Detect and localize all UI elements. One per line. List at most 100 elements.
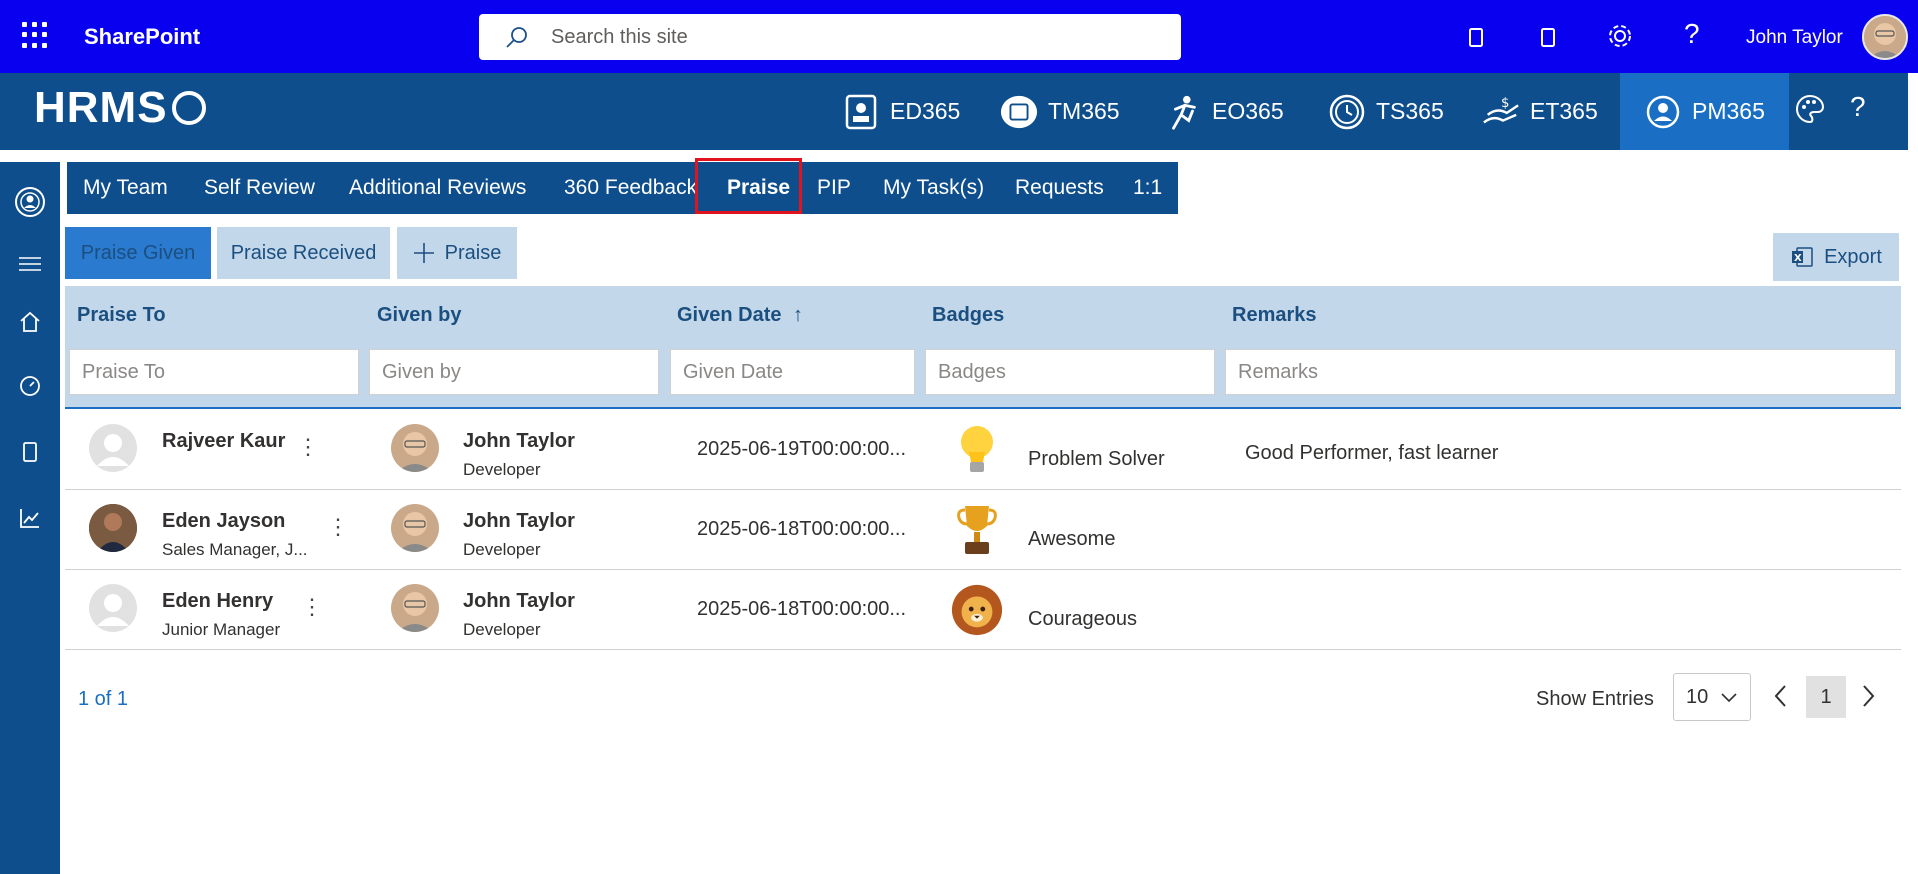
more-options-icon[interactable]: ⋮: [327, 514, 349, 540]
clock-icon: [1328, 93, 1366, 131]
hrms-logo[interactable]: HRMS: [34, 83, 206, 133]
person-circle-icon: [1644, 93, 1682, 131]
app-tab-pm365[interactable]: PM365: [1620, 73, 1789, 150]
nav-my-team[interactable]: My Team: [83, 162, 168, 214]
badge-name: Problem Solver: [1028, 448, 1165, 470]
entries-value: 10: [1686, 685, 1709, 708]
col-header-praise-to[interactable]: Praise To: [77, 304, 166, 327]
avatar: [391, 424, 439, 472]
given-by-name: John Taylor: [463, 590, 575, 612]
app-title[interactable]: SharePoint: [84, 24, 200, 50]
chevron-right-icon[interactable]: [1860, 684, 1876, 715]
left-rail: [0, 162, 60, 874]
praise-to-name[interactable]: Rajveer Kaur: [162, 430, 285, 453]
entries-select[interactable]: 10: [1673, 673, 1751, 721]
app-tab-eo365[interactable]: EO365: [1164, 73, 1284, 150]
table-row[interactable]: Eden Henry Junior Manager ⋮ John Taylor …: [65, 570, 1901, 650]
app-tab-label: TM365: [1048, 98, 1120, 124]
help-icon[interactable]: ?: [1850, 91, 1866, 123]
nav-my-tasks[interactable]: My Task(s): [883, 162, 984, 214]
col-header-given-date-label: Given Date: [677, 304, 782, 326]
excel-icon: X: [1792, 247, 1813, 267]
tablet-icon[interactable]: [1539, 22, 1559, 52]
nav-one-on-one[interactable]: 1:1: [1133, 162, 1162, 214]
current-page[interactable]: 1: [1806, 676, 1846, 718]
more-options-icon[interactable]: ⋮: [301, 594, 323, 620]
table-header: Praise To Given by Given Date ↑ Badges R…: [65, 286, 1901, 409]
svg-text:X: X: [1794, 253, 1802, 264]
calendar-blob-icon: [1000, 93, 1038, 131]
praise-to-name[interactable]: Eden Henry: [162, 590, 273, 613]
app-tab-ts365[interactable]: TS365: [1328, 73, 1444, 150]
profile-icon[interactable]: [14, 186, 46, 218]
app-tab-label: PM365: [1692, 98, 1765, 124]
tab-praise-given[interactable]: Praise Given: [65, 227, 211, 279]
tab-praise-received[interactable]: Praise Received: [217, 227, 390, 279]
col-header-remarks[interactable]: Remarks: [1232, 304, 1317, 327]
given-by-name: John Taylor: [463, 510, 575, 532]
avatar-placeholder: [89, 424, 137, 472]
chevron-left-icon[interactable]: [1773, 684, 1789, 715]
hrms-app-bar: HRMS ED365 TM365 EO365 TS365 $ ET365 PM3…: [0, 73, 1908, 150]
avatar: [391, 584, 439, 632]
filter-remarks[interactable]: Remarks: [1225, 349, 1896, 395]
badge-name: Awesome: [1028, 528, 1116, 550]
col-header-given-by[interactable]: Given by: [377, 304, 461, 327]
export-button[interactable]: X Export: [1773, 233, 1899, 281]
more-options-icon[interactable]: ⋮: [297, 434, 319, 460]
app-tab-tm365[interactable]: TM365: [1000, 73, 1120, 150]
menu-icon[interactable]: [16, 250, 44, 278]
add-praise-button[interactable]: Praise: [397, 227, 517, 279]
app-tab-et365[interactable]: $ ET365: [1482, 73, 1598, 150]
nav-pip[interactable]: PIP: [817, 162, 851, 214]
nav-self-review[interactable]: Self Review: [204, 162, 315, 214]
badge-name: Courageous: [1028, 608, 1137, 630]
gear-icon[interactable]: [1606, 22, 1634, 50]
page-info: 1 of 1: [78, 688, 129, 710]
hrms-logo-icon: [171, 91, 206, 125]
search-box[interactable]: Search this site: [479, 14, 1181, 60]
praise-to-role: Sales Manager, J...: [162, 540, 308, 559]
running-person-icon: [1164, 93, 1202, 131]
user-name[interactable]: John Taylor: [1746, 27, 1843, 49]
given-date: 2025-06-19T00:00:00...: [697, 438, 907, 460]
home-icon[interactable]: [16, 308, 44, 336]
nav-additional-reviews[interactable]: Additional Reviews: [349, 162, 526, 214]
filter-badges[interactable]: Badges: [925, 349, 1215, 395]
nav-360-feedback[interactable]: 360 Feedback: [564, 162, 697, 214]
col-header-given-date[interactable]: Given Date ↑: [677, 304, 803, 327]
lion-icon: [950, 580, 1004, 640]
given-date: 2025-06-18T00:00:00...: [697, 598, 907, 620]
id-card-icon: [842, 93, 880, 131]
remarks: Good Performer, fast learner: [1245, 442, 1499, 464]
search-placeholder: Search this site: [551, 25, 688, 48]
filter-praise-to[interactable]: Praise To: [69, 349, 359, 395]
app-tab-ed365[interactable]: ED365: [842, 73, 960, 150]
user-avatar[interactable]: [1862, 14, 1908, 60]
app-tab-label: TS365: [1376, 98, 1444, 124]
phone-icon[interactable]: [1467, 22, 1487, 52]
module-nav: My Team Self Review Additional Reviews 3…: [67, 162, 1178, 214]
analytics-icon[interactable]: [16, 504, 44, 532]
palette-icon[interactable]: [1794, 93, 1826, 132]
filter-given-by[interactable]: Given by: [369, 349, 659, 395]
table-row[interactable]: Rajveer Kaur ⋮ John Taylor Developer 202…: [65, 410, 1901, 490]
app-tab-label: ED365: [890, 98, 961, 124]
avatar: [89, 504, 137, 552]
trophy-icon: [950, 500, 1004, 560]
given-by-role: Developer: [463, 460, 541, 479]
app-launcher-icon[interactable]: [22, 22, 48, 48]
svg-text:$: $: [1501, 96, 1509, 111]
table-row[interactable]: Eden Jayson Sales Manager, J... ⋮ John T…: [65, 490, 1901, 570]
search-icon: [506, 27, 527, 48]
given-date: 2025-06-18T00:00:00...: [697, 518, 907, 540]
col-header-badges[interactable]: Badges: [932, 304, 1004, 327]
dashboard-icon[interactable]: [16, 372, 44, 400]
help-icon[interactable]: ?: [1684, 18, 1700, 50]
avatar: [391, 504, 439, 552]
praise-to-role: Junior Manager: [162, 620, 281, 639]
device-icon[interactable]: [16, 438, 44, 466]
nav-requests[interactable]: Requests: [1015, 162, 1104, 214]
praise-to-name[interactable]: Eden Jayson: [162, 510, 285, 533]
filter-given-date[interactable]: Given Date: [670, 349, 915, 395]
